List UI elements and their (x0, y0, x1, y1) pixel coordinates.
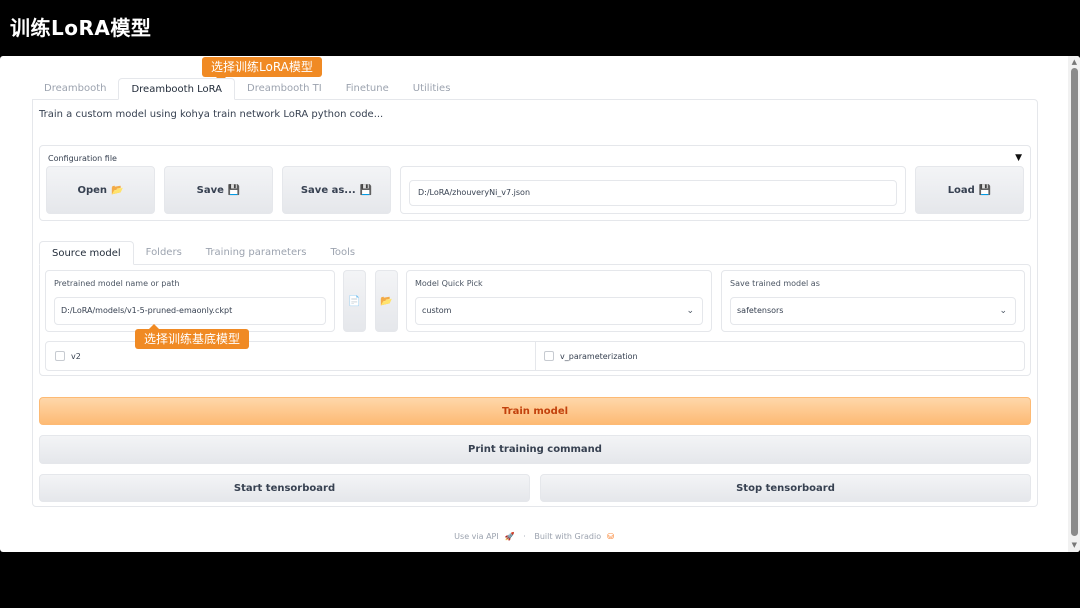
gradio-logo-icon: ⛁ (607, 532, 614, 541)
use-via-api-link[interactable]: Use via API (454, 532, 499, 541)
stop-tensorboard-button[interactable]: Stop tensorboard (540, 474, 1031, 502)
save-button-label: Save (196, 184, 224, 196)
pretrained-model-label: Pretrained model name or path (54, 279, 180, 288)
floppy-disk-icon: 💾 (227, 184, 241, 196)
tab-dreambooth[interactable]: Dreambooth (32, 78, 118, 100)
base-model-callout: 选择训练基底模型 (135, 324, 250, 349)
vertical-scrollbar[interactable]: ▲ ▼ (1068, 56, 1080, 552)
save-trained-model-field: Save trained model as safetensors ⌄ (721, 270, 1025, 332)
scroll-up-arrow-icon[interactable]: ▲ (1072, 59, 1077, 66)
save-as-button[interactable]: Save as... 💾 (282, 166, 391, 214)
tab-finetune[interactable]: Finetune (334, 78, 401, 100)
source-model-panel: Pretrained model name or path D:/LoRA/mo… (39, 264, 1031, 376)
built-with-gradio-link[interactable]: Built with Gradio (534, 532, 601, 541)
pretrained-model-field: Pretrained model name or path D:/LoRA/mo… (45, 270, 335, 332)
checkbox-box[interactable] (544, 351, 554, 361)
scroll-down-arrow-icon[interactable]: ▼ (1072, 542, 1077, 549)
model-quick-pick-field: Model Quick Pick custom ⌄ (406, 270, 712, 332)
config-path-box: D:/LoRA/zhouveryNi_v7.json (400, 166, 906, 214)
configuration-file-block: Configuration file ▼ Open 📂 Save 💾 Save … (39, 145, 1031, 221)
divider (535, 342, 536, 370)
dreambooth-lora-panel: Train a custom model using kohya train n… (32, 99, 1038, 507)
v2-checkbox[interactable]: v2 (55, 351, 81, 361)
tab-training-parameters[interactable]: Training parameters (194, 241, 319, 265)
window-title: 训练LoRA模型 (10, 16, 152, 40)
floppy-disk-icon: 💾 (359, 184, 373, 196)
floppy-disk-icon: 💾 (978, 184, 992, 196)
print-training-command-button[interactable]: Print training command (39, 435, 1031, 464)
model-quick-pick-label: Model Quick Pick (415, 279, 483, 288)
open-button-label: Open (77, 184, 108, 196)
model-quick-pick-value: custom (422, 306, 452, 315)
lora-tab-callout: 选择训练LoRA模型 (202, 57, 322, 82)
tab-folders[interactable]: Folders (134, 241, 194, 265)
train-model-button[interactable]: Train model (39, 397, 1031, 425)
save-trained-model-value: safetensors (737, 306, 784, 315)
tab-source-model[interactable]: Source model (39, 241, 134, 265)
v-parameterization-label: v_parameterization (560, 351, 638, 361)
chevron-down-icon: ⌄ (999, 306, 1007, 316)
tab-dreambooth-ti[interactable]: Dreambooth TI (235, 78, 334, 100)
inner-tab-bar: Source model Folders Training parameters… (39, 241, 367, 265)
select-file-button[interactable]: 📄 (343, 270, 366, 332)
save-trained-model-select[interactable]: safetensors ⌄ (730, 297, 1016, 325)
top-tab-bar: Dreambooth Dreambooth LoRA Dreambooth TI… (32, 78, 462, 100)
model-quick-pick-select[interactable]: custom ⌄ (415, 297, 703, 325)
folder-icon: 📂 (380, 295, 393, 307)
checkbox-box[interactable] (55, 351, 65, 361)
save-button[interactable]: Save 💾 (164, 166, 273, 214)
select-folder-button[interactable]: 📂 (375, 270, 398, 332)
app-window: Dreambooth Dreambooth LoRA Dreambooth TI… (0, 56, 1080, 552)
tab-utilities[interactable]: Utilities (401, 78, 463, 100)
file-icon: 📄 (348, 295, 361, 307)
load-button-label: Load (947, 184, 975, 196)
v2-label: v2 (71, 351, 81, 361)
configuration-file-label: Configuration file (48, 154, 117, 163)
tab-dreambooth-lora[interactable]: Dreambooth LoRA (118, 78, 236, 100)
panel-description: Train a custom model using kohya train n… (39, 109, 384, 120)
pretrained-model-input[interactable]: D:/LoRA/models/v1-5-pruned-emaonly.ckpt (54, 297, 326, 325)
start-tensorboard-button[interactable]: Start tensorboard (39, 474, 530, 502)
footer-dot: · (523, 532, 526, 541)
open-button[interactable]: Open 📂 (46, 166, 155, 214)
folder-icon: 📂 (111, 184, 124, 196)
save-as-button-label: Save as... (300, 184, 356, 196)
tab-tools[interactable]: Tools (318, 241, 367, 265)
rocket-icon: 🚀 (504, 532, 515, 541)
scrollbar-thumb[interactable] (1071, 68, 1078, 536)
v-parameterization-checkbox[interactable]: v_parameterization (544, 351, 638, 361)
config-path-input[interactable]: D:/LoRA/zhouveryNi_v7.json (409, 180, 897, 206)
footer: Use via API 🚀 · Built with Gradio ⛁ (0, 532, 1068, 541)
collapse-caret-icon[interactable]: ▼ (1015, 153, 1022, 163)
save-trained-model-label: Save trained model as (730, 279, 820, 288)
load-button[interactable]: Load 💾 (915, 166, 1024, 214)
chevron-down-icon: ⌄ (686, 306, 694, 316)
